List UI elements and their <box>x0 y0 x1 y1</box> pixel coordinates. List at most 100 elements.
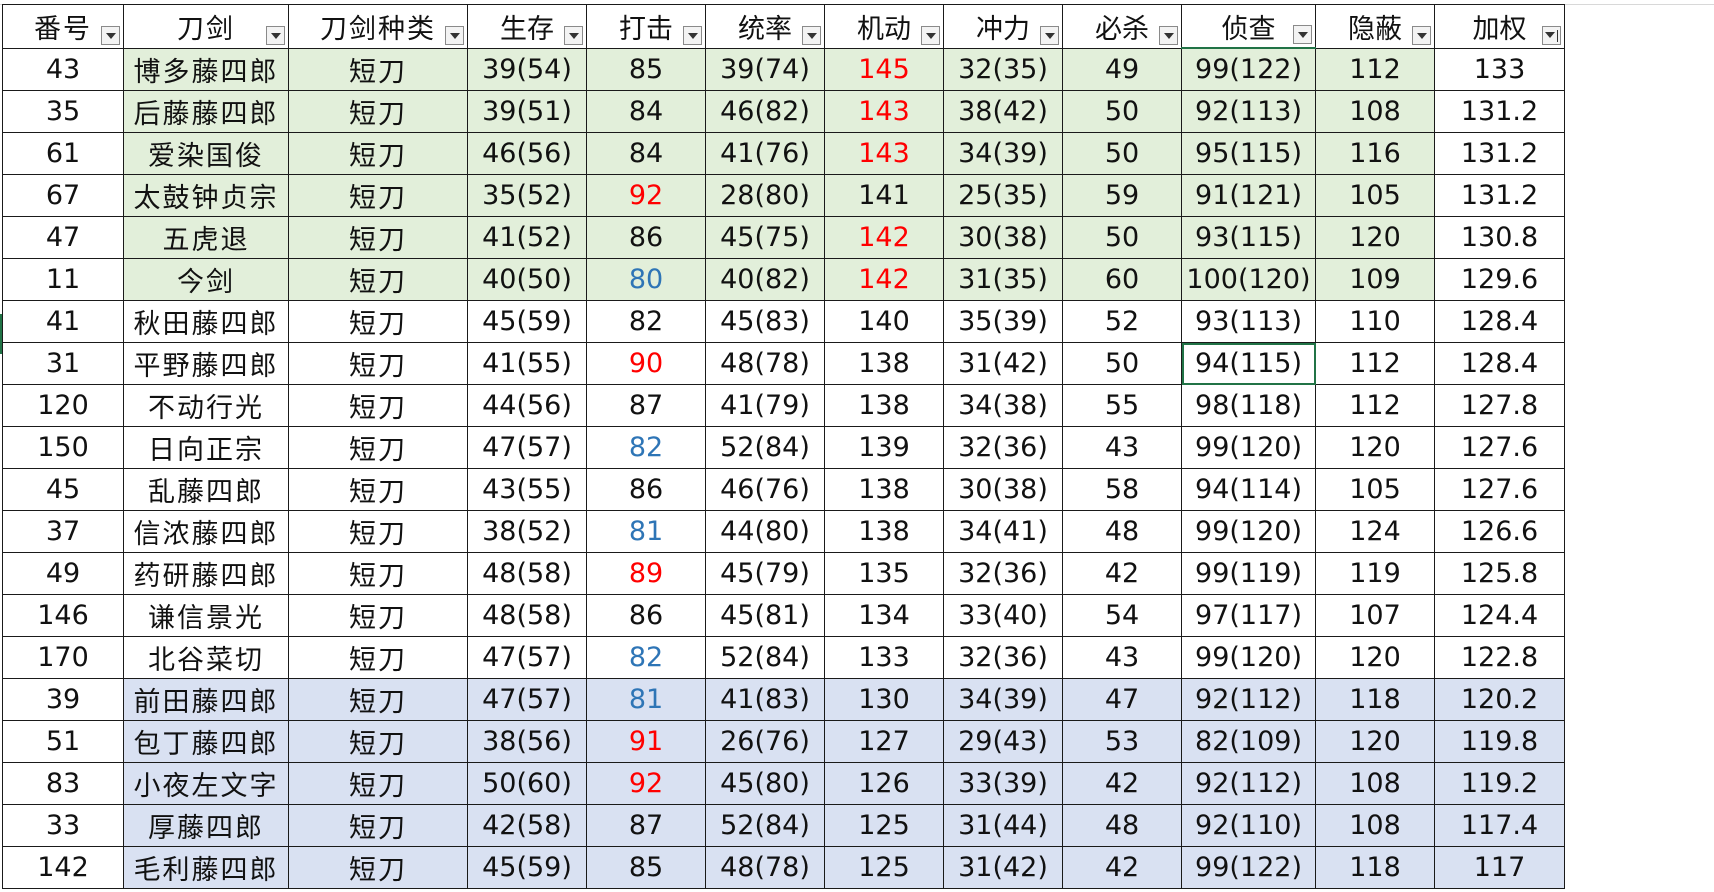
cell-survival[interactable]: 45(59) <box>467 300 587 343</box>
cell-camouflage[interactable]: 105 <box>1315 468 1435 511</box>
cell-critical[interactable]: 54 <box>1062 594 1182 637</box>
cell-type[interactable]: 短刀 <box>288 384 468 427</box>
cell-strike[interactable]: 84 <box>586 132 706 175</box>
cell-survival[interactable]: 39(54) <box>467 47 587 91</box>
cell-scouting[interactable]: 92(110) <box>1181 804 1316 847</box>
cell-type[interactable]: 短刀 <box>288 342 468 385</box>
cell-survival[interactable]: 35(52) <box>467 174 587 217</box>
cell-survival[interactable]: 38(52) <box>467 510 587 553</box>
cell-mobility[interactable]: 127 <box>824 720 944 763</box>
cell-name[interactable]: 北谷菜切 <box>123 636 289 679</box>
cell-strike[interactable]: 80 <box>586 258 706 301</box>
cell-critical[interactable]: 50 <box>1062 342 1182 385</box>
cell-weighted[interactable]: 125.8 <box>1434 552 1565 595</box>
cell-critical[interactable]: 42 <box>1062 762 1182 805</box>
cell-impact[interactable]: 32(36) <box>943 552 1063 595</box>
cell-leadership[interactable]: 45(75) <box>705 216 825 259</box>
cell-scouting[interactable]: 92(112) <box>1181 762 1316 805</box>
cell-strike[interactable]: 86 <box>586 216 706 259</box>
cell-survival[interactable]: 40(50) <box>467 258 587 301</box>
cell-camouflage[interactable]: 112 <box>1315 47 1435 91</box>
cell-critical[interactable]: 42 <box>1062 846 1182 889</box>
cell-type[interactable]: 短刀 <box>288 426 468 469</box>
cell-survival[interactable]: 44(56) <box>467 384 587 427</box>
cell-mobility[interactable]: 138 <box>824 342 944 385</box>
cell-name[interactable]: 厚藤四郎 <box>123 804 289 847</box>
cell-id[interactable]: 49 <box>2 552 124 595</box>
cell-leadership[interactable]: 45(83) <box>705 300 825 343</box>
cell-scouting[interactable]: 94(114) <box>1181 468 1316 511</box>
cell-survival[interactable]: 50(60) <box>467 762 587 805</box>
filter-dropdown-icon[interactable] <box>1040 25 1059 45</box>
cell-weighted[interactable]: 124.4 <box>1434 594 1565 637</box>
cell-leadership[interactable]: 41(83) <box>705 678 825 721</box>
cell-type[interactable]: 短刀 <box>288 594 468 637</box>
filter-dropdown-icon[interactable] <box>445 25 464 45</box>
cell-mobility[interactable]: 142 <box>824 216 944 259</box>
cell-leadership[interactable]: 41(79) <box>705 384 825 427</box>
cell-critical[interactable]: 60 <box>1062 258 1182 301</box>
cell-critical[interactable]: 53 <box>1062 720 1182 763</box>
cell-survival[interactable]: 41(52) <box>467 216 587 259</box>
cell-name[interactable]: 毛利藤四郎 <box>123 846 289 889</box>
cell-camouflage[interactable]: 108 <box>1315 762 1435 805</box>
cell-scouting[interactable]: 92(113) <box>1181 90 1316 133</box>
cell-survival[interactable]: 47(57) <box>467 426 587 469</box>
cell-survival[interactable]: 43(55) <box>467 468 587 511</box>
cell-id[interactable]: 67 <box>2 174 124 217</box>
cell-impact[interactable]: 31(44) <box>943 804 1063 847</box>
filter-dropdown-icon[interactable] <box>802 25 821 45</box>
cell-scouting[interactable]: 99(122) <box>1181 47 1316 91</box>
cell-critical[interactable]: 42 <box>1062 552 1182 595</box>
cell-survival[interactable]: 48(58) <box>467 594 587 637</box>
cell-strike[interactable]: 82 <box>586 636 706 679</box>
cell-survival[interactable]: 48(58) <box>467 552 587 595</box>
cell-scouting[interactable]: 99(120) <box>1181 636 1316 679</box>
cell-id[interactable]: 11 <box>2 258 124 301</box>
cell-type[interactable]: 短刀 <box>288 90 468 133</box>
cell-camouflage[interactable]: 120 <box>1315 636 1435 679</box>
cell-type[interactable]: 短刀 <box>288 132 468 175</box>
cell-mobility[interactable]: 138 <box>824 468 944 511</box>
cell-leadership[interactable]: 52(84) <box>705 426 825 469</box>
cell-leadership[interactable]: 46(76) <box>705 468 825 511</box>
cell-survival[interactable]: 39(51) <box>467 90 587 133</box>
cell-type[interactable]: 短刀 <box>288 804 468 847</box>
cell-id[interactable]: 83 <box>2 762 124 805</box>
cell-mobility[interactable]: 133 <box>824 636 944 679</box>
cell-camouflage[interactable]: 112 <box>1315 342 1435 385</box>
cell-id[interactable]: 33 <box>2 804 124 847</box>
cell-scouting[interactable]: 99(119) <box>1181 552 1316 595</box>
cell-id[interactable]: 39 <box>2 678 124 721</box>
cell-survival[interactable]: 45(59) <box>467 846 587 889</box>
cell-strike[interactable]: 85 <box>586 47 706 91</box>
cell-mobility[interactable]: 143 <box>824 90 944 133</box>
cell-id[interactable]: 61 <box>2 132 124 175</box>
cell-camouflage[interactable]: 120 <box>1315 216 1435 259</box>
cell-weighted[interactable]: 131.2 <box>1434 90 1565 133</box>
filter-dropdown-icon[interactable] <box>921 25 940 45</box>
cell-id[interactable]: 120 <box>2 384 124 427</box>
cell-type[interactable]: 短刀 <box>288 846 468 889</box>
cell-weighted[interactable]: 133 <box>1434 47 1565 91</box>
cell-name[interactable]: 五虎退 <box>123 216 289 259</box>
cell-weighted[interactable]: 129.6 <box>1434 258 1565 301</box>
cell-strike[interactable]: 91 <box>586 720 706 763</box>
cell-leadership[interactable]: 48(78) <box>705 342 825 385</box>
cell-name[interactable]: 爱染国俊 <box>123 132 289 175</box>
cell-impact[interactable]: 32(36) <box>943 426 1063 469</box>
cell-mobility[interactable]: 135 <box>824 552 944 595</box>
filter-dropdown-icon[interactable] <box>683 25 702 45</box>
cell-name[interactable]: 谦信景光 <box>123 594 289 637</box>
filter-dropdown-icon[interactable] <box>564 25 583 45</box>
cell-leadership[interactable]: 48(78) <box>705 846 825 889</box>
cell-survival[interactable]: 47(57) <box>467 678 587 721</box>
filter-dropdown-icon[interactable] <box>1412 25 1431 45</box>
cell-weighted[interactable]: 117.4 <box>1434 804 1565 847</box>
cell-weighted[interactable]: 127.6 <box>1434 426 1565 469</box>
cell-mobility[interactable]: 138 <box>824 384 944 427</box>
cell-leadership[interactable]: 45(81) <box>705 594 825 637</box>
cell-scouting[interactable]: 97(117) <box>1181 594 1316 637</box>
cell-type[interactable]: 短刀 <box>288 258 468 301</box>
cell-weighted[interactable]: 117 <box>1434 846 1565 889</box>
